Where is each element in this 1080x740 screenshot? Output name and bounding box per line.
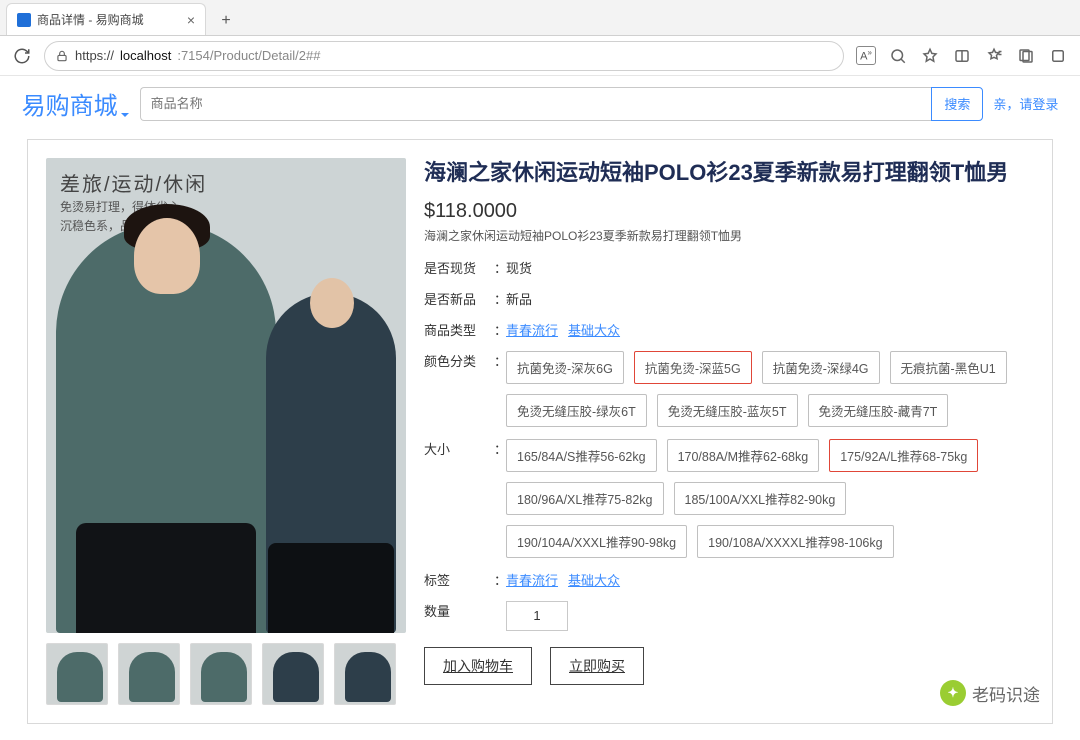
- url-scheme: https://: [75, 48, 114, 63]
- color-option[interactable]: 抗菌免烫-深蓝5G: [634, 351, 752, 384]
- reader-icon[interactable]: A»: [852, 42, 880, 70]
- browser-toolbar: https:// localhost :7154/Product/Detail/2#…: [0, 36, 1080, 76]
- attr-label-tag: 标签: [424, 570, 494, 589]
- login-link[interactable]: 亲，请登录: [993, 94, 1058, 113]
- attr-label-stock: 是否现货: [424, 258, 494, 277]
- attr-value-color: 抗菌免烫-深灰6G 抗菌免烫-深蓝5G 抗菌免烫-深绿4G 无痕抗菌-黑色U1 免烫无缝…: [506, 351, 1034, 427]
- chevron-down-icon: [120, 99, 130, 109]
- size-option[interactable]: 185/100A/XXL推荐82-90kg: [674, 482, 847, 515]
- product-subtitle: 海澜之家休闲运动短袖POLO衫23夏季新款易打理翻领T恤男: [424, 227, 1034, 244]
- size-option[interactable]: 175/92A/L推荐68-75kg: [829, 439, 978, 472]
- attr-value-stock: 现货: [506, 258, 1034, 277]
- page-viewport[interactable]: 易购商城 搜索 亲，请登录 差旅/运动/休闲 免烫易打理，得体省心沉稳色系，品质…: [0, 76, 1080, 740]
- color-option[interactable]: 免烫无缝压胶-藏青7T: [808, 394, 949, 427]
- type-link[interactable]: 基础大众: [568, 320, 620, 339]
- color-option[interactable]: 抗菌免烫-深绿4G: [762, 351, 880, 384]
- color-option[interactable]: 抗菌免烫-深灰6G: [506, 351, 624, 384]
- color-option[interactable]: 免烫无缝压胶-绿灰6T: [506, 394, 647, 427]
- watermark: ✦ 老码识途: [930, 676, 1050, 710]
- collections-icon[interactable]: [1012, 42, 1040, 70]
- thumbnail[interactable]: [334, 643, 396, 705]
- zoom-icon[interactable]: [884, 42, 912, 70]
- thumbnail[interactable]: [190, 643, 252, 705]
- tab-title: 商品详情 - 易购商城: [37, 11, 144, 28]
- type-link[interactable]: 青春流行: [506, 320, 558, 339]
- color-option[interactable]: 无痕抗菌-黑色U1: [890, 351, 1007, 384]
- attr-value-type: 青春流行 基础大众: [506, 320, 1034, 339]
- url-path: :7154/Product/Detail/2##: [177, 48, 320, 63]
- lock-icon: [55, 49, 69, 63]
- browser-tabbar: 商品详情 - 易购商城 × +: [0, 0, 1080, 36]
- tag-link[interactable]: 青春流行: [506, 570, 558, 589]
- size-option[interactable]: 190/108A/XXXXL推荐98-106kg: [697, 525, 893, 558]
- buy-now-button[interactable]: 立即购买: [550, 647, 644, 685]
- thumbnail[interactable]: [118, 643, 180, 705]
- watermark-text: 老码识途: [972, 681, 1040, 706]
- size-option[interactable]: 165/84A/S推荐56-62kg: [506, 439, 657, 472]
- thumbnail[interactable]: [262, 643, 324, 705]
- attr-label-size: 大小: [424, 439, 494, 458]
- size-option[interactable]: 180/96A/XL推荐75-82kg: [506, 482, 664, 515]
- split-icon[interactable]: [948, 42, 976, 70]
- product-title: 海澜之家休闲运动短袖POLO衫23夏季新款易打理翻领T恤男: [424, 158, 1034, 188]
- browser-tab[interactable]: 商品详情 - 易购商城 ×: [6, 3, 206, 35]
- add-to-cart-button[interactable]: 加入购物车: [424, 647, 532, 685]
- site-favicon-icon: [17, 13, 31, 27]
- favorites-list-icon[interactable]: [980, 42, 1008, 70]
- product-gallery: 差旅/运动/休闲 免烫易打理，得体省心沉稳色系，品质穿搭: [46, 158, 406, 705]
- brand-logo[interactable]: 易购商城: [22, 86, 130, 121]
- attr-label-type: 商品类型: [424, 320, 494, 339]
- search-input[interactable]: [140, 87, 932, 121]
- favorite-icon[interactable]: [916, 42, 944, 70]
- attr-label-new: 是否新品: [424, 289, 494, 308]
- attr-label-color: 颜色分类: [424, 351, 494, 370]
- quantity-input[interactable]: 1: [506, 601, 568, 631]
- size-option[interactable]: 170/88A/M推荐62-68kg: [667, 439, 820, 472]
- attr-value-size: 165/84A/S推荐56-62kg 170/88A/M推荐62-68kg 175/…: [506, 439, 1034, 558]
- thumbnail[interactable]: [46, 643, 108, 705]
- close-icon[interactable]: ×: [187, 12, 195, 28]
- search-button[interactable]: 搜索: [931, 87, 983, 121]
- url-host: localhost: [120, 48, 171, 63]
- poster-headline: 差旅/运动/休闲: [60, 168, 207, 197]
- tag-link[interactable]: 基础大众: [568, 570, 620, 589]
- attr-value-tag: 青春流行 基础大众: [506, 570, 1034, 589]
- product-main-image[interactable]: 差旅/运动/休闲 免烫易打理，得体省心沉稳色系，品质穿搭: [46, 158, 406, 633]
- refresh-icon[interactable]: [8, 42, 36, 70]
- size-option[interactable]: 190/104A/XXXL推荐90-98kg: [506, 525, 687, 558]
- attr-value-new: 新品: [506, 289, 1034, 308]
- new-tab-button[interactable]: +: [212, 7, 240, 35]
- address-bar[interactable]: https:// localhost :7154/Product/Detail/2#…: [44, 41, 844, 71]
- extra-icon[interactable]: [1044, 42, 1072, 70]
- attr-label-qty: 数量: [424, 601, 494, 620]
- color-option[interactable]: 免烫无缝压胶-蓝灰5T: [657, 394, 798, 427]
- brand-text: 易购商城: [22, 86, 118, 121]
- product-card: 差旅/运动/休闲 免烫易打理，得体省心沉稳色系，品质穿搭: [27, 139, 1053, 724]
- wechat-icon: ✦: [940, 680, 966, 706]
- product-price: $118.0000: [424, 200, 1034, 223]
- thumbnail-row: [46, 643, 406, 705]
- product-info: 海澜之家休闲运动短袖POLO衫23夏季新款易打理翻领T恤男 $118.0000 …: [424, 158, 1034, 705]
